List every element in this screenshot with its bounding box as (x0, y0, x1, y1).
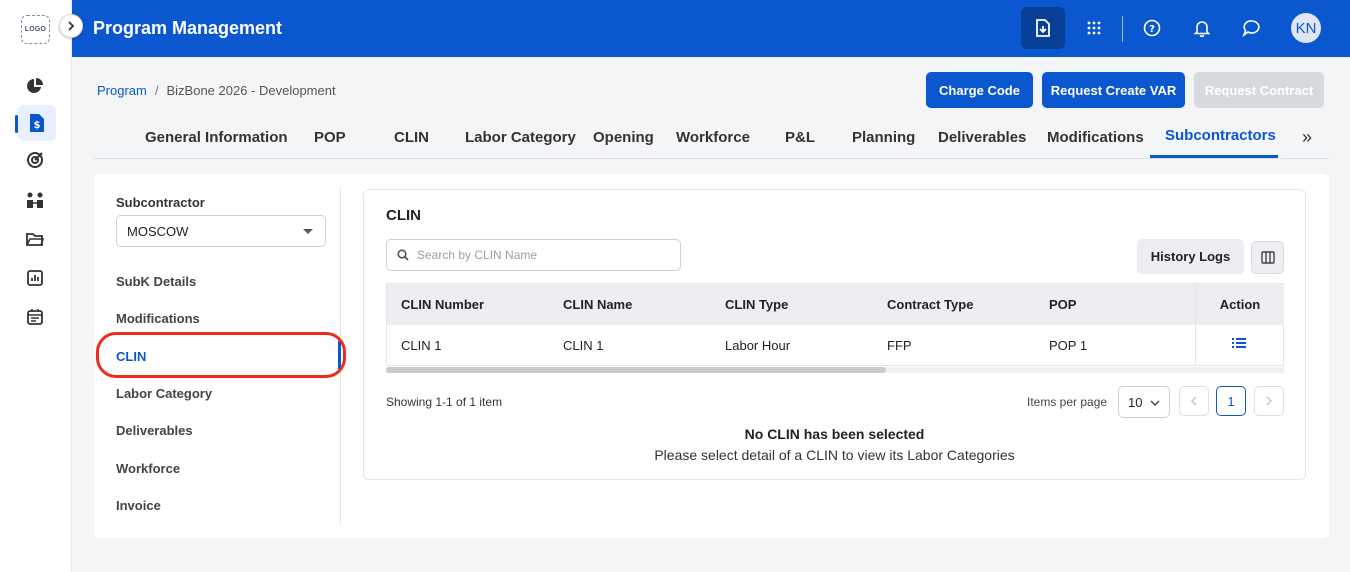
subcontractor-card: Subcontractor MOSCOW SubK Details Modifi… (94, 174, 1329, 538)
cell-clin-name[interactable]: CLIN 1 (563, 338, 603, 353)
breadcrumb-separator: / (154, 83, 159, 98)
action-column: Action (1195, 284, 1284, 365)
subcontractor-select-value: MOSCOW (127, 223, 189, 239)
tab-modifications[interactable]: Modifications (1047, 129, 1144, 146)
tab-bar: General Information POP CLIN Labor Categ… (94, 118, 1329, 159)
sidebar-item-subk-details[interactable]: SubK Details (116, 274, 196, 289)
notification-bell-icon[interactable] (1186, 12, 1218, 44)
help-icon[interactable]: ? (1136, 12, 1168, 44)
tab-subcontractors[interactable]: Subcontractors (1165, 127, 1276, 144)
items-per-page-label: Items per page (1027, 395, 1108, 409)
breadcrumb-program-link[interactable]: Program (97, 83, 147, 98)
sidebar-item-modifications[interactable]: Modifications (116, 311, 200, 326)
chevron-down-icon (1150, 396, 1160, 411)
tab-planning[interactable]: Planning (852, 129, 915, 146)
tab-workforce[interactable]: Workforce (676, 129, 750, 146)
clin-table: CLIN Number CLIN Name CLIN Type Contract… (386, 283, 1284, 366)
columns-icon (1260, 251, 1275, 264)
next-page-button[interactable] (1254, 386, 1284, 416)
sidebar-item-invoice[interactable]: Invoice (116, 498, 161, 513)
sidebar-collapse-button[interactable] (59, 14, 83, 38)
breadcrumb: Program / BizBone 2026 - Development (97, 83, 336, 98)
clin-search-input[interactable] (417, 246, 672, 264)
chevron-left-icon (1190, 396, 1197, 406)
tab-deliverables[interactable]: Deliverables (938, 129, 1026, 146)
request-contract-button[interactable]: Request Contract (1194, 72, 1324, 108)
app-logo: LOGO (21, 15, 50, 44)
tab-clin[interactable]: CLIN (394, 129, 429, 146)
scrollbar-thumb[interactable] (386, 367, 886, 373)
clin-panel: CLIN History Logs CLIN Number CLIN Name … (363, 189, 1306, 480)
column-header-clin-type[interactable]: CLIN Type (725, 297, 788, 312)
items-per-page-value: 10 (1128, 394, 1143, 410)
tab-pop[interactable]: POP (314, 129, 346, 146)
charge-code-button[interactable]: Charge Code (926, 72, 1033, 108)
empty-state-subtitle: Please select detail of a CLIN to view i… (654, 447, 1015, 463)
pie-chart-icon[interactable] (20, 71, 50, 101)
highlight-annotation (96, 332, 346, 378)
clin-table-header: CLIN Number CLIN Name CLIN Type Contract… (387, 284, 1283, 325)
calendar-icon[interactable] (20, 301, 50, 331)
tab-pl[interactable]: P&L (785, 129, 815, 146)
cell-contract-type[interactable]: FFP (887, 338, 912, 353)
folder-icon[interactable] (20, 224, 50, 254)
sidebar-item-labor-category[interactable]: Labor Category (116, 386, 212, 401)
subcontractor-select[interactable]: MOSCOW (116, 215, 326, 247)
column-header-action: Action (1196, 284, 1284, 325)
column-settings-button[interactable] (1251, 241, 1284, 274)
column-header-pop[interactable]: POP (1049, 297, 1076, 312)
chevron-right-icon (68, 21, 75, 31)
search-icon (397, 249, 409, 264)
tabs-more-button[interactable]: » (1302, 127, 1312, 148)
items-per-page-select[interactable]: 10 (1118, 386, 1170, 418)
svg-text:?: ? (1149, 24, 1155, 35)
breadcrumb-current: BizBone 2026 - Development (166, 83, 336, 98)
svg-text:$: $ (34, 120, 41, 131)
page-button-current[interactable]: 1 (1216, 386, 1246, 416)
empty-state-title: No CLIN has been selected (744, 426, 925, 442)
topbar-divider (1122, 16, 1123, 42)
column-header-contract-type[interactable]: Contract Type (887, 297, 973, 312)
sidebar-item-workforce[interactable]: Workforce (116, 461, 180, 476)
target-icon[interactable] (20, 145, 50, 175)
subcontractor-label: Subcontractor (116, 195, 205, 210)
app-title: Program Management (93, 18, 283, 38)
clin-panel-title: CLIN (386, 207, 421, 224)
left-rail: LOGO $ (0, 0, 72, 572)
tab-opening[interactable]: Opening (593, 129, 654, 146)
chevron-right-icon (1266, 396, 1273, 406)
people-icon[interactable] (20, 185, 50, 215)
dollar-document-icon[interactable]: $ (18, 105, 56, 141)
report-icon[interactable] (20, 263, 50, 293)
previous-page-button[interactable] (1179, 386, 1209, 416)
column-header-clin-number[interactable]: CLIN Number (401, 297, 484, 312)
cell-clin-number[interactable]: CLIN 1 (401, 338, 441, 353)
caret-down-icon (303, 229, 313, 234)
tab-labor-category[interactable]: Labor Category (465, 129, 576, 146)
user-avatar[interactable]: KN (1291, 13, 1321, 43)
download-document-icon[interactable] (1021, 7, 1065, 49)
history-logs-button[interactable]: History Logs (1137, 239, 1244, 274)
request-create-var-button[interactable]: Request Create VAR (1042, 72, 1185, 108)
tab-general-information[interactable]: General Information (145, 129, 288, 146)
top-bar: Program Management ? KN (72, 0, 1350, 57)
clin-search (386, 239, 681, 271)
apps-grid-icon[interactable] (1078, 12, 1110, 44)
cell-clin-type[interactable]: Labor Hour (725, 338, 790, 353)
pagination-summary: Showing 1-1 of 1 item (386, 395, 503, 409)
sidebar-item-deliverables[interactable]: Deliverables (116, 423, 193, 438)
chat-icon[interactable] (1236, 12, 1268, 44)
column-header-clin-name[interactable]: CLIN Name (563, 297, 632, 312)
active-tab-underline (1150, 155, 1278, 158)
list-detail-icon[interactable] (1232, 337, 1246, 352)
table-horizontal-scrollbar[interactable] (386, 367, 1284, 373)
cell-pop[interactable]: POP 1 (1049, 338, 1087, 353)
